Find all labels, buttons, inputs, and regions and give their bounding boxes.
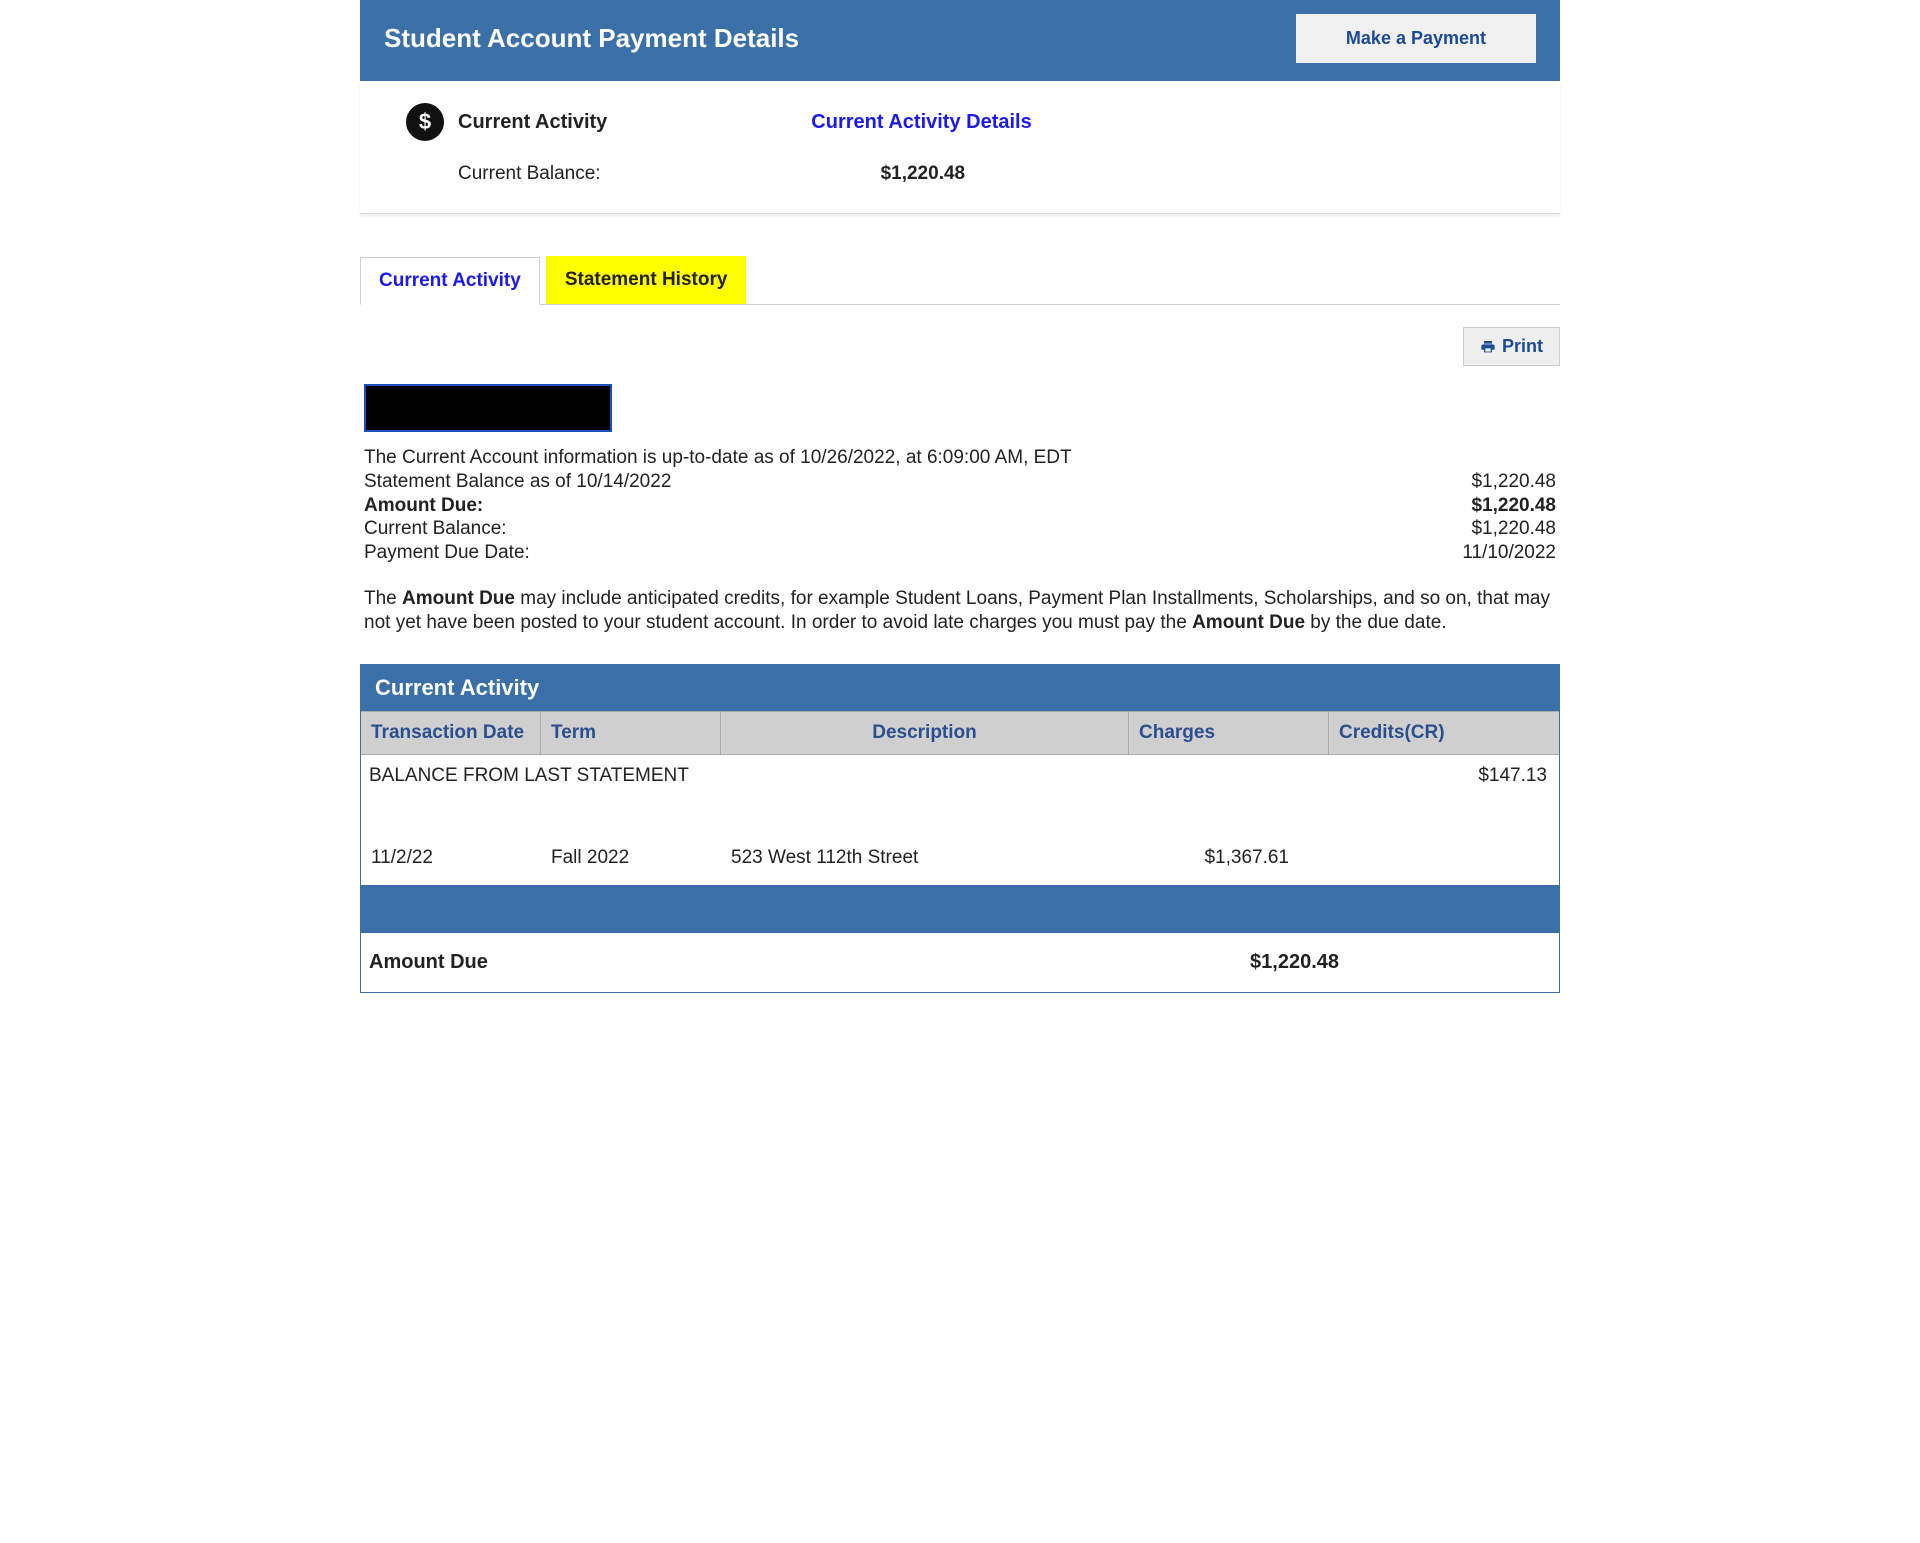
activity-header-row: Transaction Date Term Description Charge…: [361, 711, 1559, 755]
footer-amount-due-label: Amount Due: [369, 951, 488, 974]
amount-due-value: $1,220.48: [1471, 494, 1556, 518]
balance-row-label: BALANCE FROM LAST STATEMENT: [369, 765, 689, 787]
amount-due-label: Amount Due:: [364, 494, 483, 518]
tab-statement-history[interactable]: Statement History: [546, 256, 747, 304]
activity-section-title: Current Activity: [361, 665, 1559, 711]
uptodate-line: The Current Account information is up-to…: [364, 446, 1072, 470]
current-activity-details-link[interactable]: Current Activity Details: [811, 111, 1031, 134]
tab-strip: Current Activity Statement History: [360, 256, 1560, 305]
summary-title: Current Activity: [458, 111, 607, 134]
account-info-block: The Current Account information is up-to…: [360, 444, 1560, 567]
table-row: 11/2/22 Fall 2022 523 West 112th Street …: [361, 831, 1559, 885]
print-label: Print: [1502, 336, 1543, 357]
current-activity-table: Current Activity Transaction Date Term D…: [360, 664, 1560, 993]
activity-divider-bar: [361, 885, 1559, 933]
header-description: Description: [721, 712, 1129, 754]
print-icon: [1480, 339, 1496, 355]
amount-due-note: The Amount Due may include anticipated c…: [360, 587, 1560, 636]
header-term: Term: [541, 712, 721, 754]
tab-current-activity[interactable]: Current Activity: [360, 257, 540, 305]
print-button[interactable]: Print: [1463, 327, 1560, 366]
current-balance-value: $1,220.48: [881, 163, 966, 185]
cell-term: Fall 2022: [541, 837, 721, 879]
header-transaction-date: Transaction Date: [361, 712, 541, 754]
redacted-name-block: [364, 384, 612, 432]
cell-date: 11/2/22: [361, 837, 541, 879]
stmt-balance-value: $1,220.48: [1471, 470, 1556, 494]
footer-amount-due-value: $1,220.48: [1250, 951, 1339, 974]
info-current-balance-label: Current Balance:: [364, 517, 507, 541]
page-header: Student Account Payment Details Make a P…: [360, 0, 1560, 81]
balance-from-last-statement-row: BALANCE FROM LAST STATEMENT $147.13: [361, 755, 1559, 831]
stmt-balance-label: Statement Balance as of 10/14/2022: [364, 470, 671, 494]
header-charges: Charges: [1129, 712, 1329, 754]
activity-footer-row: Amount Due $1,220.48: [361, 933, 1559, 992]
cell-description: 523 West 112th Street: [721, 837, 1129, 879]
summary-panel: $ Current Activity Current Activity Deta…: [360, 81, 1560, 214]
payment-due-value: 11/10/2022: [1462, 541, 1556, 565]
dollar-icon: $: [406, 103, 444, 141]
cell-credits: [1329, 837, 1559, 879]
page-title: Student Account Payment Details: [384, 23, 799, 54]
cell-charges: $1,367.61: [1129, 837, 1329, 879]
balance-row-value: $147.13: [1478, 765, 1547, 787]
header-credits: Credits(CR): [1329, 712, 1559, 754]
make-payment-button[interactable]: Make a Payment: [1296, 14, 1536, 63]
payment-due-label: Payment Due Date:: [364, 541, 530, 565]
current-balance-label: Current Balance:: [458, 163, 601, 185]
info-current-balance-value: $1,220.48: [1471, 517, 1556, 541]
